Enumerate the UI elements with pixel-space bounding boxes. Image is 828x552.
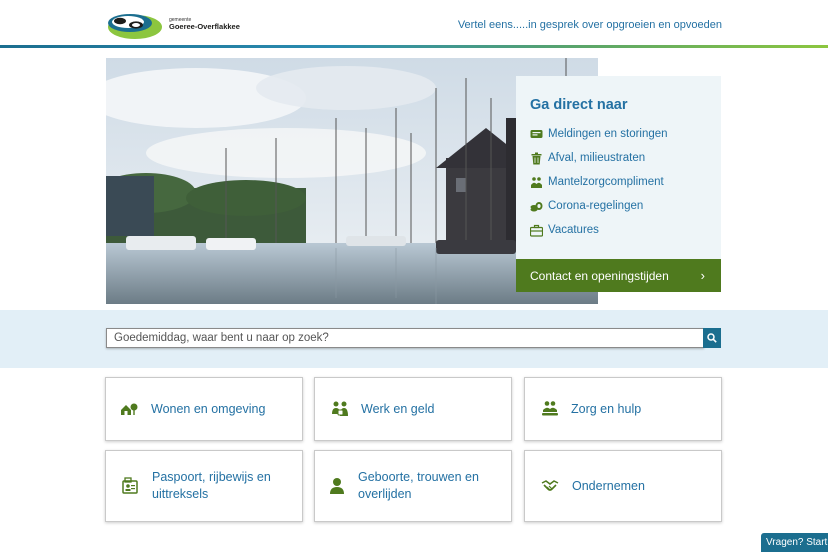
- tile-label: Geboorte, trouwen en overlijden: [358, 470, 479, 501]
- briefcase-icon: [530, 224, 543, 237]
- logo-name: Goeree-Overflakkee: [169, 22, 240, 31]
- tile-ondernemen[interactable]: Ondernemen: [524, 450, 722, 522]
- care-icon: [531, 176, 542, 188]
- search-button[interactable]: [703, 328, 721, 348]
- tile-wonen[interactable]: Wonen en omgeving: [105, 377, 303, 441]
- quick-link-label: Afval, milieustraten: [548, 152, 646, 164]
- site-header: gemeente Goeree-Overflakkee Vertel eens.…: [0, 0, 828, 46]
- quick-link-label: Vacatures: [548, 224, 599, 236]
- coins-icon: [530, 201, 543, 211]
- tile-label: Werk en geld: [361, 401, 435, 416]
- people-money-icon: [332, 401, 348, 416]
- tile-geboorte[interactable]: Geboorte, trouwen en overlijden: [314, 450, 512, 522]
- handshake-icon: [541, 480, 559, 491]
- tile-zorg[interactable]: Zorg en hulp: [524, 377, 722, 441]
- logo-mark-icon: [108, 14, 162, 39]
- quick-link-mantelzorg[interactable]: Mantelzorgcompliment: [530, 170, 668, 194]
- house-tree-icon: [121, 403, 138, 415]
- tile-label: Wonen en omgeving: [151, 401, 266, 416]
- quick-link-vacatures[interactable]: Vacatures: [530, 218, 668, 242]
- tile-paspoort[interactable]: Paspoort, rijbewijs en uittreksels: [105, 450, 303, 522]
- search-placeholder: Goedemiddag, waar bent u naar op zoek?: [114, 332, 329, 344]
- quick-links-panel: Ga direct naar Meldingen en storingen Af…: [516, 76, 721, 292]
- chevron-right-icon: ›: [700, 268, 705, 283]
- chat-start-button[interactable]: Vragen? Start c: [761, 533, 828, 552]
- id-card-icon: [122, 477, 138, 494]
- care-hands-icon: [542, 401, 558, 416]
- chat-label: Vragen? Start c: [766, 537, 828, 548]
- quick-link-meldingen[interactable]: Meldingen en storingen: [530, 122, 668, 146]
- contact-button[interactable]: Contact en openingstijden ›: [516, 259, 721, 292]
- quick-link-label: Corona-regelingen: [548, 200, 644, 212]
- person-icon: [330, 478, 344, 494]
- quick-link-corona[interactable]: Corona-regelingen: [530, 194, 668, 218]
- quick-link-afval[interactable]: Afval, milieustraten: [530, 146, 668, 170]
- tile-label: Ondernemen: [572, 478, 645, 493]
- tile-werk[interactable]: Werk en geld: [314, 377, 512, 441]
- contact-label: Contact en openingstijden: [530, 268, 669, 283]
- quick-links-list: Meldingen en storingen Afval, milieustra…: [530, 122, 668, 242]
- trash-icon: [531, 152, 542, 164]
- quick-link-label: Meldingen en storingen: [548, 128, 668, 140]
- search-input[interactable]: Goedemiddag, waar bent u naar op zoek?: [106, 328, 704, 348]
- quick-links-title: Ga direct naar: [530, 97, 628, 113]
- municipality-logo[interactable]: gemeente Goeree-Overflakkee: [106, 12, 256, 40]
- header-accent-bar: [0, 45, 828, 48]
- tile-label: Zorg en hulp: [571, 401, 642, 416]
- search-icon: [707, 333, 717, 343]
- message-icon: [530, 129, 543, 138]
- tagline-link[interactable]: Vertel eens.....in gesprek over opgroeie…: [458, 19, 722, 31]
- tile-label: Paspoort, rijbewijs en uittreksels: [152, 470, 271, 501]
- quick-link-label: Mantelzorgcompliment: [548, 176, 664, 188]
